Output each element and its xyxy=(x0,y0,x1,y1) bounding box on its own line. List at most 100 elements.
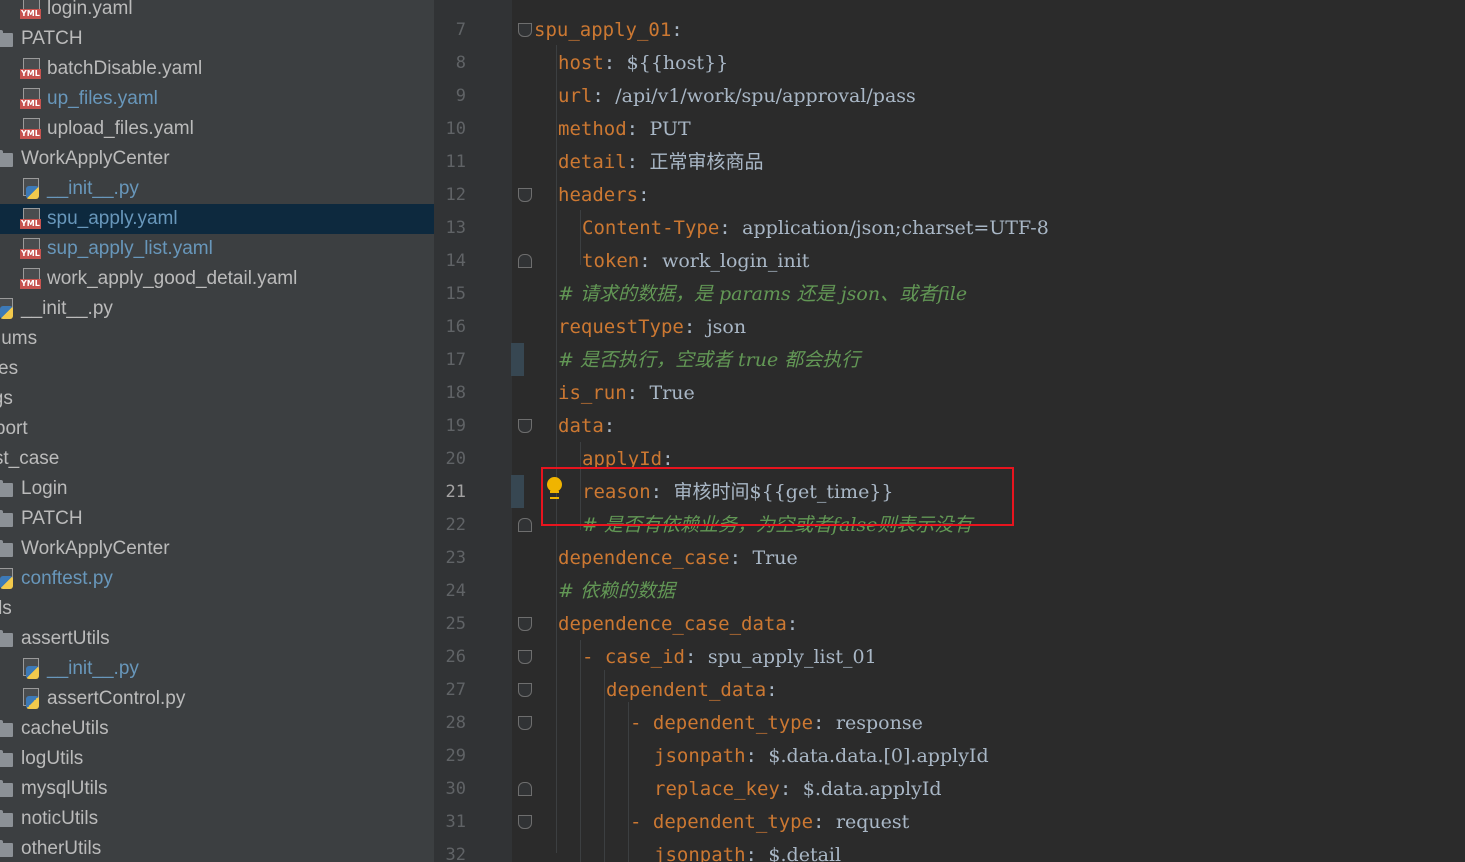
tree-item[interactable]: conftest.py xyxy=(0,564,434,594)
code-line[interactable]: dependence_case_data: xyxy=(558,608,798,641)
tree-item-label: test_case xyxy=(0,448,60,469)
tree-item[interactable]: assertUtils xyxy=(0,624,434,654)
tree-item[interactable]: utils xyxy=(0,594,434,624)
tree-item[interactable]: PATCH xyxy=(0,24,434,54)
tree-item[interactable]: Enums xyxy=(0,324,434,354)
tree-item[interactable]: upload_files.yaml xyxy=(0,114,434,144)
tree-item[interactable]: noticUtils xyxy=(0,804,434,834)
yaml-key: data xyxy=(558,415,604,437)
fold-expanded-icon[interactable] xyxy=(518,815,532,829)
code-line[interactable]: # 是否执行，空或者 true 都会执行 xyxy=(558,344,860,377)
code-line[interactable]: token: work_login_init xyxy=(582,245,809,278)
yaml-separator: : xyxy=(626,118,650,140)
tree-item[interactable]: otherUtils xyxy=(0,834,434,862)
tree-item-label: noticUtils xyxy=(21,808,99,829)
code-line[interactable]: method: PUT xyxy=(558,113,691,146)
yaml-separator: : xyxy=(603,415,616,437)
tree-item[interactable]: __init__.py xyxy=(0,174,434,204)
yaml-separator: : xyxy=(813,811,836,833)
tree-item[interactable]: spu_apply.yaml xyxy=(0,204,434,234)
code-line[interactable]: headers: xyxy=(558,179,650,212)
tree-item-label: PATCH xyxy=(21,508,83,529)
yaml-key: jsonpath xyxy=(654,745,746,767)
tree-item[interactable]: PATCH xyxy=(0,504,434,534)
code-line[interactable]: # 依赖的数据 xyxy=(558,575,675,608)
project-tree: login.yaml PATCH batchDisable.yaml up_files… xyxy=(0,0,434,862)
yaml-separator: : xyxy=(684,646,708,668)
yaml-value: ${{host}} xyxy=(626,52,729,74)
tree-item[interactable]: __init__.py xyxy=(0,654,434,684)
python-file-icon xyxy=(20,688,42,710)
code-line[interactable]: url: /api/v1/work/spu/approval/pass xyxy=(558,80,916,113)
tree-item[interactable]: Login xyxy=(0,474,434,504)
vcs-change-marker[interactable] xyxy=(511,475,524,508)
tree-item[interactable]: sup_apply_list.yaml xyxy=(0,234,434,264)
code-line[interactable]: - dependent_type: response xyxy=(630,707,923,740)
code-line[interactable]: detail: 正常审核商品 xyxy=(558,146,764,179)
tree-item[interactable]: logUtils xyxy=(0,744,434,774)
indent-guide xyxy=(604,670,605,862)
yaml-key: replace_key xyxy=(654,778,780,800)
tree-item[interactable]: batchDisable.yaml xyxy=(0,54,434,84)
fold-expanded-icon[interactable] xyxy=(518,617,532,631)
code-line[interactable]: # 请求的数据，是 params 还是 json、或者file xyxy=(558,278,967,311)
fold-expanded-icon[interactable] xyxy=(518,419,532,433)
code-line[interactable]: spu_apply_01: xyxy=(534,14,683,47)
fold-end-icon[interactable] xyxy=(518,782,532,796)
code-line[interactable]: jsonpath: $.data.data.[0].applyId xyxy=(654,740,989,773)
line-number: 12 xyxy=(445,185,466,205)
tree-item[interactable]: report xyxy=(0,414,434,444)
code-line[interactable]: data: xyxy=(558,410,615,443)
fold-end-icon[interactable] xyxy=(518,254,532,268)
line-number: 30 xyxy=(445,779,466,799)
tree-item-label: up_files.yaml xyxy=(47,88,158,109)
tree-item[interactable]: logs xyxy=(0,384,434,414)
tree-item[interactable]: __init__.py xyxy=(0,294,434,324)
list-dash: - xyxy=(582,646,605,668)
tree-item[interactable]: WorkApplyCenter xyxy=(0,144,434,174)
code-line[interactable]: - dependent_type: request xyxy=(630,806,909,839)
code-line[interactable]: dependent_data: xyxy=(606,674,778,707)
tree-item[interactable]: Files xyxy=(0,354,434,384)
fold-expanded-icon[interactable] xyxy=(518,716,532,730)
yaml-value: $.detail xyxy=(768,844,842,862)
fold-end-icon[interactable] xyxy=(518,518,532,532)
annotation-highlight-box xyxy=(541,467,1014,526)
tree-item[interactable]: login.yaml xyxy=(0,0,434,24)
code-line[interactable]: requestType: json xyxy=(558,311,746,344)
yaml-file-icon xyxy=(20,58,42,80)
fold-expanded-icon[interactable] xyxy=(518,650,532,664)
folder-icon xyxy=(0,628,16,650)
code-line[interactable]: replace_key: $.data.applyId xyxy=(654,773,942,806)
tree-item[interactable]: work_apply_good_detail.yaml xyxy=(0,264,434,294)
code-line[interactable]: host: ${{host}} xyxy=(558,47,728,80)
line-number: 24 xyxy=(445,581,466,601)
code-line[interactable]: is_run: True xyxy=(558,377,695,410)
folder-icon xyxy=(0,838,16,860)
yaml-key: dependent_data xyxy=(606,679,767,701)
fold-expanded-icon[interactable] xyxy=(518,23,532,37)
vcs-change-marker[interactable] xyxy=(511,343,524,376)
code-comment: # 依赖的数据 xyxy=(558,580,675,602)
tree-item[interactable]: WorkApplyCenter xyxy=(0,534,434,564)
folder-icon xyxy=(0,718,16,740)
yaml-separator: : xyxy=(729,547,753,569)
tree-item[interactable]: mysqlUtils xyxy=(0,774,434,804)
tree-item[interactable]: up_files.yaml xyxy=(0,84,434,114)
yaml-key: method xyxy=(558,118,627,140)
tree-item[interactable]: test_case xyxy=(0,444,434,474)
code-line[interactable]: dependence_case: True xyxy=(558,542,798,575)
code-line[interactable]: - case_id: spu_apply_list_01 xyxy=(582,641,877,674)
yaml-value: spu_apply_list_01 xyxy=(707,646,877,668)
code-line[interactable]: jsonpath: $.detail xyxy=(654,839,841,862)
fold-expanded-icon[interactable] xyxy=(518,683,532,697)
tree-item[interactable]: assertControl.py xyxy=(0,684,434,714)
yaml-key: Content-Type xyxy=(582,217,720,239)
tree-item[interactable]: cacheUtils xyxy=(0,714,434,744)
fold-expanded-icon[interactable] xyxy=(518,188,532,202)
code-line[interactable]: Content-Type: application/json;charset=U… xyxy=(582,212,1049,245)
yaml-key: token xyxy=(582,250,640,272)
yaml-value: $.data.data.[0].applyId xyxy=(768,745,989,767)
yaml-key: is_run xyxy=(558,382,627,404)
line-number: 27 xyxy=(445,680,466,700)
